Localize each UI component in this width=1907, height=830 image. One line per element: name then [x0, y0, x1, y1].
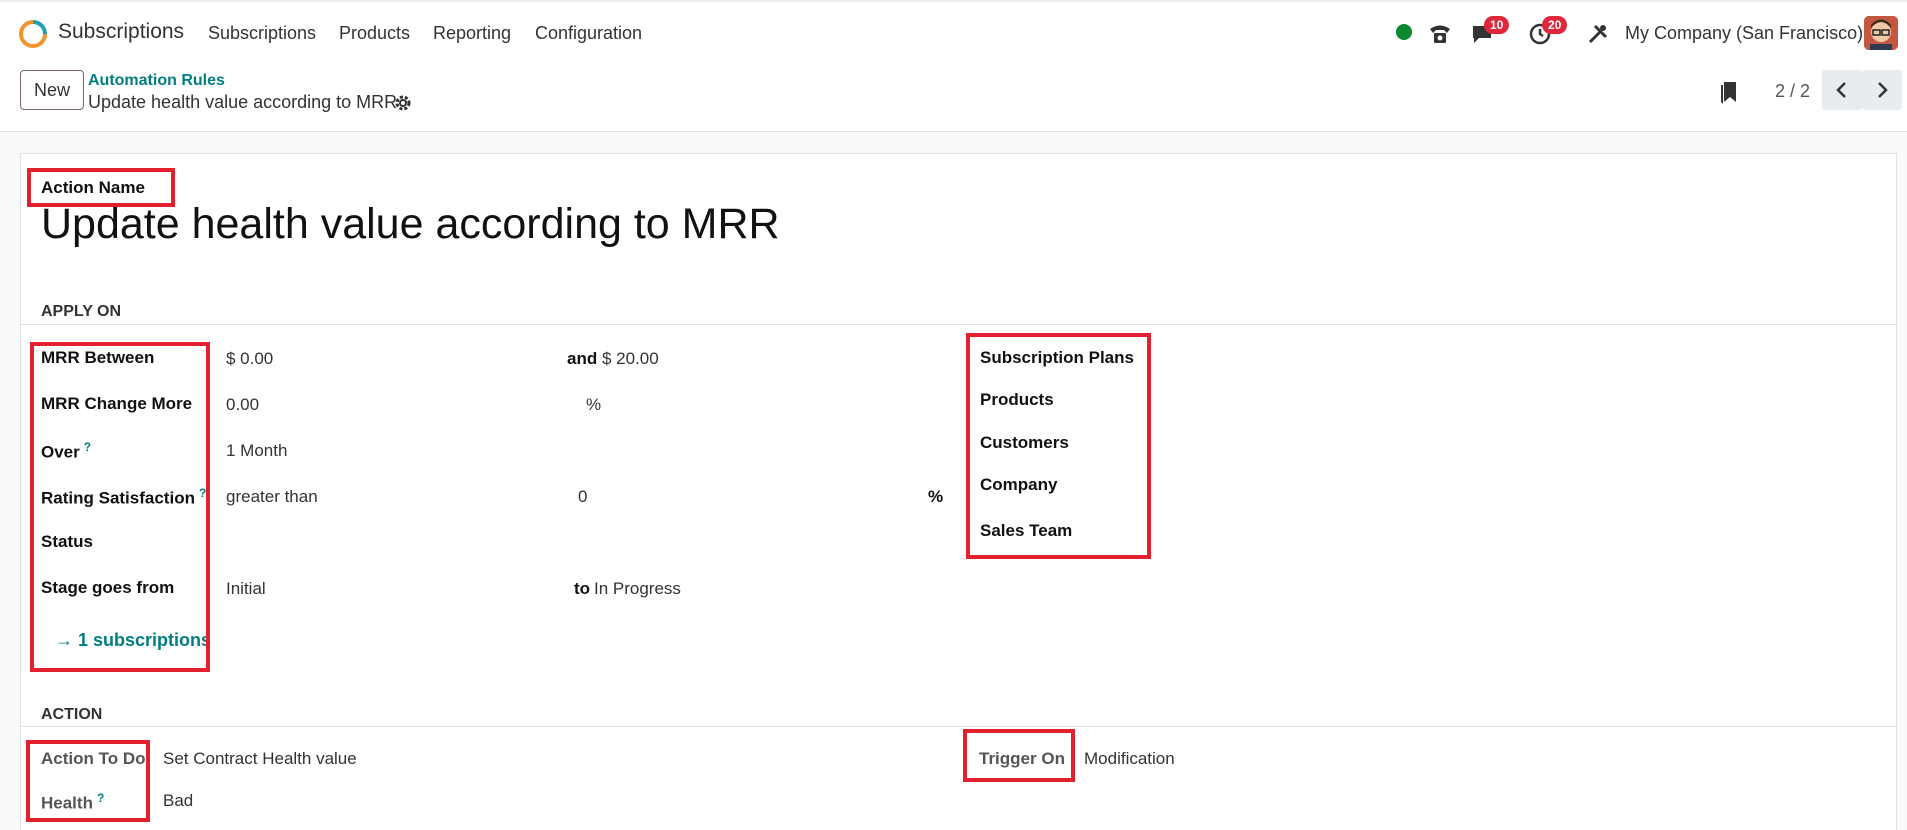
stage-to-field[interactable]: In Progress [594, 579, 681, 599]
breadcrumb-automation-rules[interactable]: Automation Rules [88, 72, 225, 90]
rating-value-field[interactable]: 0 [578, 487, 587, 507]
control-panel: New Automation Rules Update health value… [0, 64, 1907, 132]
chevron-left-icon [1836, 82, 1846, 98]
company-switcher[interactable]: My Company (San Francisco) [1625, 23, 1863, 44]
menu-subscriptions[interactable]: Subscriptions [208, 23, 316, 44]
to-label: to [574, 579, 591, 598]
action-name-field[interactable]: Update health value according to MRR [41, 200, 780, 249]
pager-previous-button[interactable] [1822, 70, 1862, 110]
over-label: Over? [41, 440, 91, 463]
subscriptions-app-icon[interactable] [18, 19, 48, 49]
mrr-change-label: MRR Change More [41, 394, 193, 413]
action-divider [21, 726, 1897, 727]
new-button[interactable]: New [20, 70, 84, 110]
stage-from-field[interactable]: Initial [226, 579, 266, 599]
company-label: Company [980, 475, 1058, 494]
rating-operator-select[interactable]: greater than [226, 487, 318, 507]
and-label: and [567, 349, 598, 368]
customers-label: Customers [980, 433, 1069, 452]
pager-next-button[interactable] [1862, 70, 1902, 110]
rating-unit: % [928, 487, 944, 506]
health-label-text: Health [41, 793, 93, 813]
over-label-text: Over [41, 442, 80, 462]
gear-icon[interactable] [394, 94, 412, 112]
bookmark-icon[interactable] [1718, 80, 1740, 106]
tools-icon[interactable] [1584, 20, 1612, 48]
subscriptions-smart-button[interactable]: → 1 subscriptions [55, 630, 211, 651]
action-to-do-field[interactable]: Set Contract Health value [163, 749, 357, 769]
online-status-icon [1396, 24, 1412, 40]
rating-satisfaction-label-text: Rating Satisfaction [41, 488, 195, 508]
help-tooltip-icon[interactable]: ? [199, 486, 206, 500]
app-title[interactable]: Subscriptions [58, 20, 184, 44]
rating-satisfaction-label: Rating Satisfaction? [41, 486, 206, 509]
over-field[interactable]: 1 Month [226, 441, 287, 461]
trigger-on-field[interactable]: Modification [1084, 749, 1175, 769]
messages-badge: 10 [1484, 16, 1510, 34]
health-label: Health? [41, 791, 104, 814]
action-name-label: Action Name [41, 178, 145, 197]
apply-on-divider [21, 324, 1897, 325]
menu-products[interactable]: Products [339, 23, 410, 44]
sales-team-label: Sales Team [980, 521, 1073, 540]
trigger-on-label: Trigger On [979, 749, 1065, 768]
pager-counter[interactable]: 2 / 2 [1775, 81, 1810, 102]
top-navbar: Subscriptions Subscriptions Products Rep… [0, 0, 1907, 64]
help-tooltip-icon[interactable]: ? [97, 791, 104, 805]
breadcrumb-current: Update health value according to MRR [88, 92, 398, 112]
subscription-plans-label: Subscription Plans [980, 348, 1134, 367]
chevron-right-icon [1878, 82, 1888, 98]
action-to-do-label: Action To Do [41, 749, 146, 768]
action-section-title: ACTION [41, 706, 103, 723]
help-tooltip-icon[interactable]: ? [84, 440, 91, 454]
mrr-between-to-field[interactable]: $ 20.00 [602, 349, 659, 369]
mrr-change-field[interactable]: 0.00 [226, 395, 259, 415]
user-avatar[interactable] [1864, 16, 1898, 50]
stage-label: Stage goes from [41, 578, 175, 597]
mrr-between-from-field[interactable]: $ 0.00 [226, 349, 273, 369]
mrr-between-label: MRR Between [41, 348, 155, 367]
activities-badge: 20 [1542, 16, 1568, 34]
menu-reporting[interactable]: Reporting [433, 23, 511, 44]
health-field[interactable]: Bad [163, 791, 193, 811]
menu-configuration[interactable]: Configuration [535, 23, 642, 44]
mrr-change-unit: % [586, 395, 602, 414]
status-label: Status [41, 532, 93, 551]
phone-icon[interactable] [1426, 20, 1454, 48]
apply-on-section-title: APPLY ON [41, 303, 122, 320]
products-label: Products [980, 390, 1054, 409]
